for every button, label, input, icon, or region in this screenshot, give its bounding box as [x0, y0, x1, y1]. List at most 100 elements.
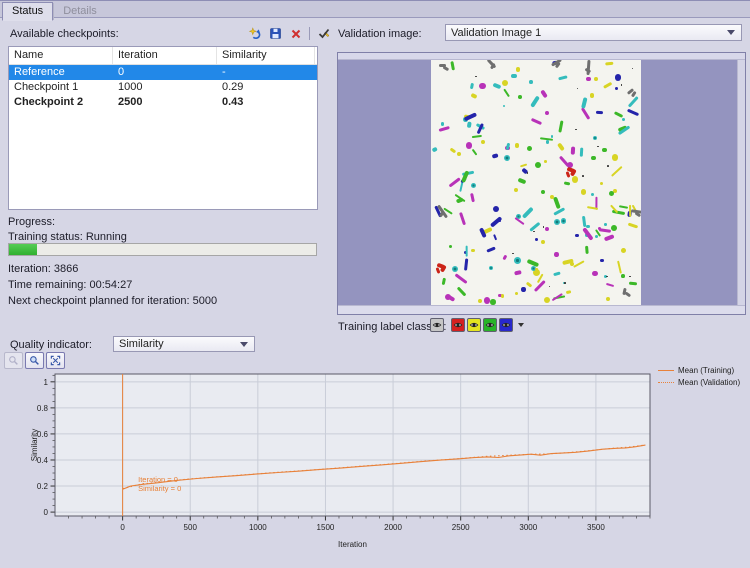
image-horizontal-scrollbar[interactable]	[338, 305, 745, 314]
label-blob	[503, 89, 510, 98]
tab-details[interactable]: Details	[53, 3, 106, 20]
label-blob	[593, 136, 597, 140]
label-blob	[554, 219, 560, 225]
label-blob	[619, 205, 628, 209]
label-blob	[470, 193, 475, 202]
label-blob	[591, 193, 594, 196]
checkpoint-cell: 1000	[113, 80, 217, 95]
label-blob	[498, 220, 501, 223]
label-blob	[613, 111, 622, 118]
label-class-toggle-4[interactable]	[499, 318, 513, 332]
column-header[interactable]: Iteration	[113, 47, 217, 64]
apply-checkpoint-icon[interactable]	[315, 26, 332, 41]
label-class-toggle-3[interactable]	[483, 318, 497, 332]
label-blob	[449, 177, 461, 187]
label-blob	[431, 147, 437, 153]
label-blob	[541, 240, 545, 244]
label-blob	[526, 281, 533, 287]
label-blob	[595, 235, 598, 238]
label-blob	[512, 253, 514, 255]
label-blob	[504, 155, 510, 161]
quality-indicator-select[interactable]: Similarity	[113, 336, 255, 352]
svg-text:0.2: 0.2	[37, 482, 49, 491]
label-blob	[436, 267, 441, 274]
label-blob	[571, 146, 575, 155]
label-blob	[511, 74, 517, 78]
svg-text:0: 0	[44, 508, 49, 517]
new-checkpoint-icon[interactable]	[247, 26, 264, 41]
label-blob	[586, 225, 590, 229]
label-blob	[559, 120, 564, 132]
label-class-toggle-2[interactable]	[467, 318, 481, 332]
label-blob	[603, 82, 612, 89]
checkpoint-cell: 0	[113, 65, 217, 80]
label-blob	[603, 234, 614, 241]
label-class-toggles	[430, 318, 524, 332]
checkmark-pencil-icon	[317, 27, 331, 40]
label-blob	[564, 282, 566, 284]
label-blob	[604, 62, 613, 66]
fit-view-button[interactable]	[46, 352, 65, 369]
validation-image-select[interactable]: Validation Image 1	[445, 24, 742, 41]
legend-label: Mean (Validation)	[678, 378, 740, 387]
label-blob	[580, 148, 583, 157]
checkpoints-table-header: NameIterationSimilarity	[9, 47, 317, 65]
label-blob	[450, 61, 455, 70]
label-blob	[456, 287, 466, 297]
svg-text:Similarity = 0: Similarity = 0	[138, 484, 181, 493]
label-class-toggle-1[interactable]	[451, 318, 465, 332]
toolbar-separator	[309, 27, 310, 40]
checkpoint-cell: -	[217, 65, 315, 80]
magnifier-icon	[29, 355, 40, 366]
checkpoint-row[interactable]: Reference0-	[9, 65, 317, 80]
label-blob	[505, 142, 510, 150]
label-blob	[541, 90, 549, 99]
label-blob	[609, 191, 614, 196]
delete-checkpoint-icon[interactable]	[287, 26, 304, 41]
label-blob	[628, 96, 639, 107]
zoom-in-button[interactable]	[25, 352, 44, 369]
checkpoints-table[interactable]: NameIterationSimilarity Reference0-Check…	[8, 46, 318, 210]
label-class-toggle-0[interactable]	[430, 318, 444, 332]
next-checkpoint-text: Next checkpoint planned for iteration: 5…	[8, 295, 217, 307]
column-header[interactable]: Name	[9, 47, 113, 64]
label-blob	[490, 299, 495, 304]
chevron-down-icon	[240, 342, 248, 347]
label-blob	[592, 271, 597, 276]
checkpoint-row[interactable]: Checkpoint 225000.43	[9, 95, 317, 110]
label-blob	[611, 225, 617, 231]
label-blob	[491, 153, 498, 159]
label-blob	[553, 271, 561, 276]
validation-image-panel[interactable]	[337, 52, 746, 315]
tab-status[interactable]: Status	[2, 2, 53, 21]
label-blob	[467, 122, 472, 129]
label-blob	[622, 118, 625, 121]
label-blob	[575, 129, 577, 131]
image-panel-top-scrollbar[interactable]	[338, 53, 745, 60]
similarity-chart[interactable]: 050010001500200025003000350000.20.40.60.…	[30, 368, 670, 553]
label-class-dropdown-arrow[interactable]	[518, 323, 524, 327]
label-blob	[559, 155, 570, 166]
label-blob	[502, 254, 507, 260]
label-blob	[621, 274, 625, 278]
chevron-down-icon	[727, 30, 735, 35]
svg-text:0.8: 0.8	[37, 404, 49, 413]
label-blob	[464, 258, 468, 270]
label-blob	[521, 287, 525, 291]
checkpoint-row[interactable]: Checkpoint 110000.29	[9, 80, 317, 95]
svg-text:3000: 3000	[519, 523, 537, 532]
save-checkpoint-icon[interactable]	[267, 26, 284, 41]
label-blob	[514, 257, 521, 264]
svg-text:1500: 1500	[317, 523, 335, 532]
solid-line-sample	[658, 370, 674, 371]
checkpoint-cell: Checkpoint 1	[9, 80, 113, 95]
column-header[interactable]: Similarity	[217, 47, 315, 64]
image-vertical-scrollbar[interactable]	[737, 60, 745, 305]
label-blob	[566, 171, 571, 178]
segmentation-preview-image[interactable]	[431, 60, 641, 306]
label-blob	[459, 212, 466, 225]
svg-text:1000: 1000	[249, 523, 267, 532]
label-blob	[551, 135, 554, 138]
red-x-icon	[290, 28, 302, 40]
tab-bar: StatusDetails	[0, 0, 750, 18]
